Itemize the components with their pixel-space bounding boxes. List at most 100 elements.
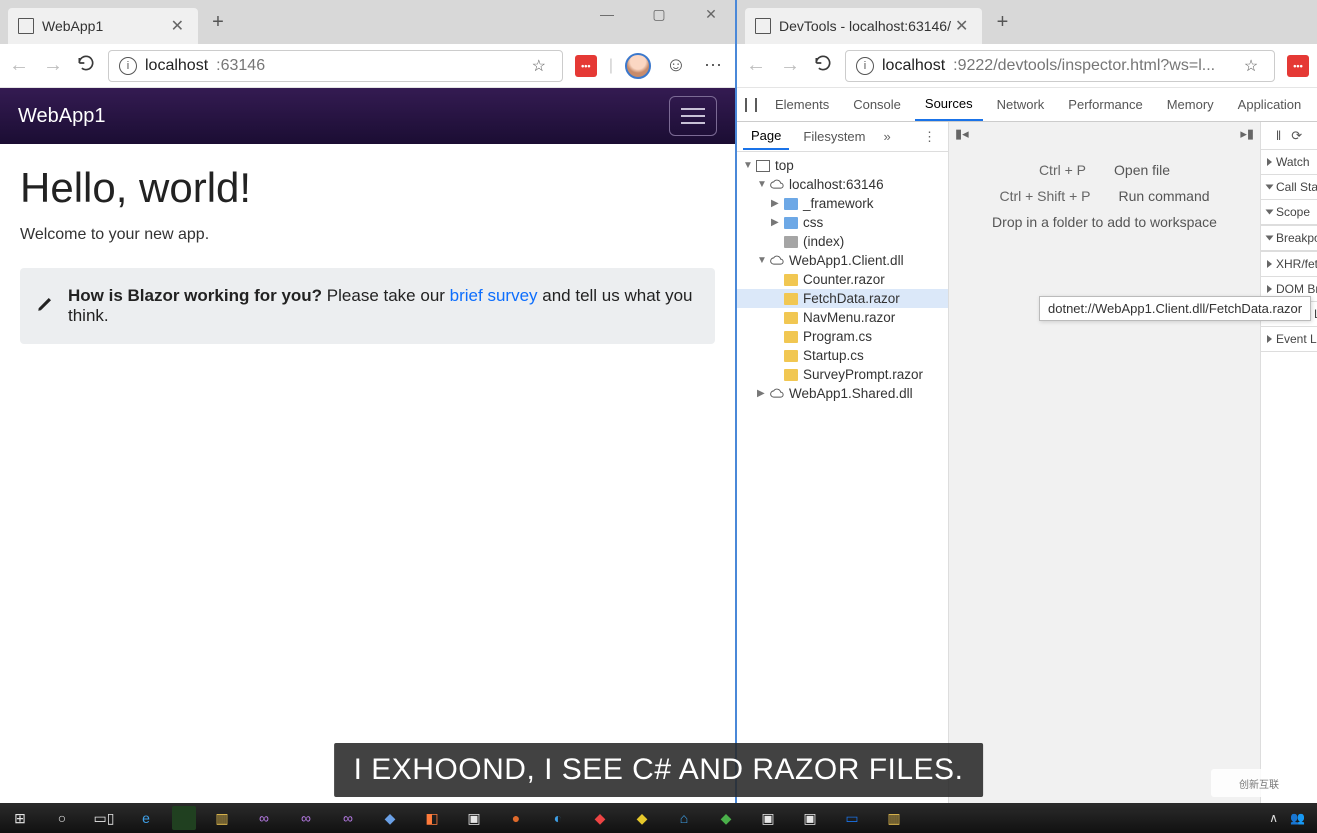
edge-icon[interactable]: e — [130, 806, 162, 830]
tree-file[interactable]: NavMenu.razor — [737, 308, 948, 327]
side-breakpoints[interactable]: Breakpoi — [1261, 225, 1317, 251]
tab-performance[interactable]: Performance — [1058, 89, 1152, 120]
tray-icon[interactable]: ∧ — [1269, 811, 1278, 825]
side-scope[interactable]: Scope — [1261, 200, 1317, 225]
app-icon[interactable]: ▣ — [794, 806, 826, 830]
app-icon[interactable]: ◆ — [710, 806, 742, 830]
address-bar-row: ← → i localhost:63146 ☆ ••• | ☺ ⋯ — [0, 44, 735, 88]
address-bar[interactable]: i localhost:63146 ☆ — [108, 50, 563, 82]
app-icon[interactable]: ▥ — [878, 806, 910, 830]
navigator-menu-icon[interactable]: ⋮ — [917, 129, 942, 145]
debugger-sidebar: ‖ ⟳ Watch Call Stac Scope Breakpoi XHR/f… — [1260, 122, 1317, 833]
browser-tab[interactable]: DevTools - localhost:63146/ ✕ — [745, 8, 982, 44]
tree-file[interactable]: SurveyPrompt.razor — [737, 365, 948, 384]
tree-file-selected[interactable]: FetchData.razor — [737, 289, 948, 308]
tree-framework[interactable]: ▶_framework — [737, 194, 948, 213]
app-icon[interactable] — [172, 806, 196, 830]
app-icon[interactable]: ◆ — [626, 806, 658, 830]
favorite-icon[interactable]: ☆ — [1238, 53, 1264, 79]
tree-css[interactable]: ▶css — [737, 213, 948, 232]
browser-tab[interactable]: WebApp1 ✕ — [8, 8, 198, 44]
address-bar[interactable]: i localhost:9222/devtools/inspector.html… — [845, 50, 1275, 82]
right-browser-window: DevTools - localhost:63146/ ✕ + ← → i lo… — [735, 0, 1317, 833]
tree-file[interactable]: Startup.cs — [737, 346, 948, 365]
favorite-icon[interactable]: ☆ — [526, 53, 552, 79]
page-icon — [755, 18, 771, 34]
tree-shared-dll[interactable]: ▶WebApp1.Shared.dll — [737, 384, 948, 403]
new-tab-button[interactable]: + — [204, 8, 232, 36]
explorer-icon[interactable]: ▥ — [206, 806, 238, 830]
tab-elements[interactable]: Elements — [765, 89, 839, 120]
extension-badge[interactable]: ••• — [575, 55, 597, 77]
app-icon[interactable]: ⌂ — [668, 806, 700, 830]
menu-icon[interactable]: ⋯ — [701, 53, 727, 79]
vs-icon[interactable]: ∞ — [290, 806, 322, 830]
site-info-icon[interactable]: i — [119, 57, 137, 75]
tab-application[interactable]: Application — [1228, 89, 1312, 120]
new-tab-button[interactable]: + — [988, 8, 1016, 36]
more-subtabs-icon[interactable]: » — [880, 129, 895, 144]
extension-badge[interactable]: ••• — [1287, 55, 1309, 77]
tab-sources[interactable]: Sources — [915, 88, 983, 121]
nav-toggle-button[interactable] — [669, 96, 717, 136]
system-tray[interactable]: ∧ 👥 — [1269, 811, 1313, 825]
tree-top[interactable]: ▼top — [737, 156, 948, 175]
tree-file[interactable]: Program.cs — [737, 327, 948, 346]
start-button[interactable]: ⊞ — [4, 806, 36, 830]
survey-link[interactable]: brief survey — [450, 286, 538, 305]
app-navbar: WebApp1 — [0, 88, 735, 144]
back-button[interactable]: ← — [8, 54, 30, 77]
window-controls: — ▢ ✕ — [589, 6, 729, 23]
minimize-button[interactable]: — — [589, 6, 625, 23]
app-icon[interactable]: ◆ — [374, 806, 406, 830]
tree-file[interactable]: Counter.razor — [737, 270, 948, 289]
toggle-navigator-icon[interactable]: ▮◂ — [955, 126, 969, 142]
side-callstack[interactable]: Call Stac — [1261, 175, 1317, 200]
forward-button[interactable]: → — [779, 54, 801, 77]
tab-title: DevTools - localhost:63146/ — [779, 18, 951, 34]
search-button[interactable]: ○ — [46, 806, 78, 830]
tab-network[interactable]: Network — [987, 89, 1055, 120]
app-icon[interactable]: ▭ — [836, 806, 868, 830]
app-icon[interactable]: ◆ — [584, 806, 616, 830]
app-icon[interactable]: ▣ — [752, 806, 784, 830]
tray-icon[interactable]: 👥 — [1290, 811, 1305, 825]
pause-icon[interactable]: ‖ — [1276, 128, 1281, 143]
vs-icon[interactable]: ∞ — [248, 806, 280, 830]
app-icon[interactable]: ▣ — [458, 806, 490, 830]
subtab-filesystem[interactable]: Filesystem — [795, 124, 873, 149]
tree-index[interactable]: (index) — [737, 232, 948, 251]
profile-avatar[interactable] — [625, 53, 651, 79]
close-tab-icon[interactable]: ✕ — [951, 16, 972, 36]
site-info-icon[interactable]: i — [856, 57, 874, 75]
refresh-button[interactable] — [813, 53, 833, 78]
step-over-icon[interactable]: ⟳ — [1291, 128, 1302, 144]
forward-button[interactable]: → — [42, 54, 64, 77]
task-view-button[interactable]: ▭▯ — [88, 806, 120, 830]
inspect-element-icon[interactable] — [745, 98, 747, 112]
navigator-tabs: Page Filesystem » ⋮ — [737, 122, 948, 152]
maximize-button[interactable]: ▢ — [641, 6, 677, 23]
tree-client-dll[interactable]: ▼WebApp1.Client.dll — [737, 251, 948, 270]
close-tab-icon[interactable]: ✕ — [167, 16, 188, 36]
url-rest: :63146 — [216, 57, 265, 75]
device-toolbar-icon[interactable] — [755, 98, 757, 112]
tree-host[interactable]: ▼localhost:63146 — [737, 175, 948, 194]
close-button[interactable]: ✕ — [693, 6, 729, 23]
app-icon[interactable]: ● — [500, 806, 532, 830]
side-xhr[interactable]: XHR/fetc — [1261, 251, 1317, 277]
feedback-icon[interactable]: ☺ — [663, 53, 689, 79]
refresh-button[interactable] — [76, 53, 96, 78]
app-icon[interactable]: ◧ — [416, 806, 448, 830]
back-button[interactable]: ← — [745, 54, 767, 77]
tab-console[interactable]: Console — [843, 89, 911, 120]
toggle-debugger-icon[interactable]: ▸▮ — [1240, 126, 1254, 142]
app-icon[interactable]: ◐ — [542, 806, 574, 830]
tab-strip: DevTools - localhost:63146/ ✕ + — [737, 0, 1317, 44]
vs-icon[interactable]: ∞ — [332, 806, 364, 830]
subtab-page[interactable]: Page — [743, 123, 789, 150]
side-watch[interactable]: Watch — [1261, 150, 1317, 175]
side-event[interactable]: Event Lis — [1261, 327, 1317, 352]
app-brand[interactable]: WebApp1 — [18, 105, 105, 128]
tab-memory[interactable]: Memory — [1157, 89, 1224, 120]
